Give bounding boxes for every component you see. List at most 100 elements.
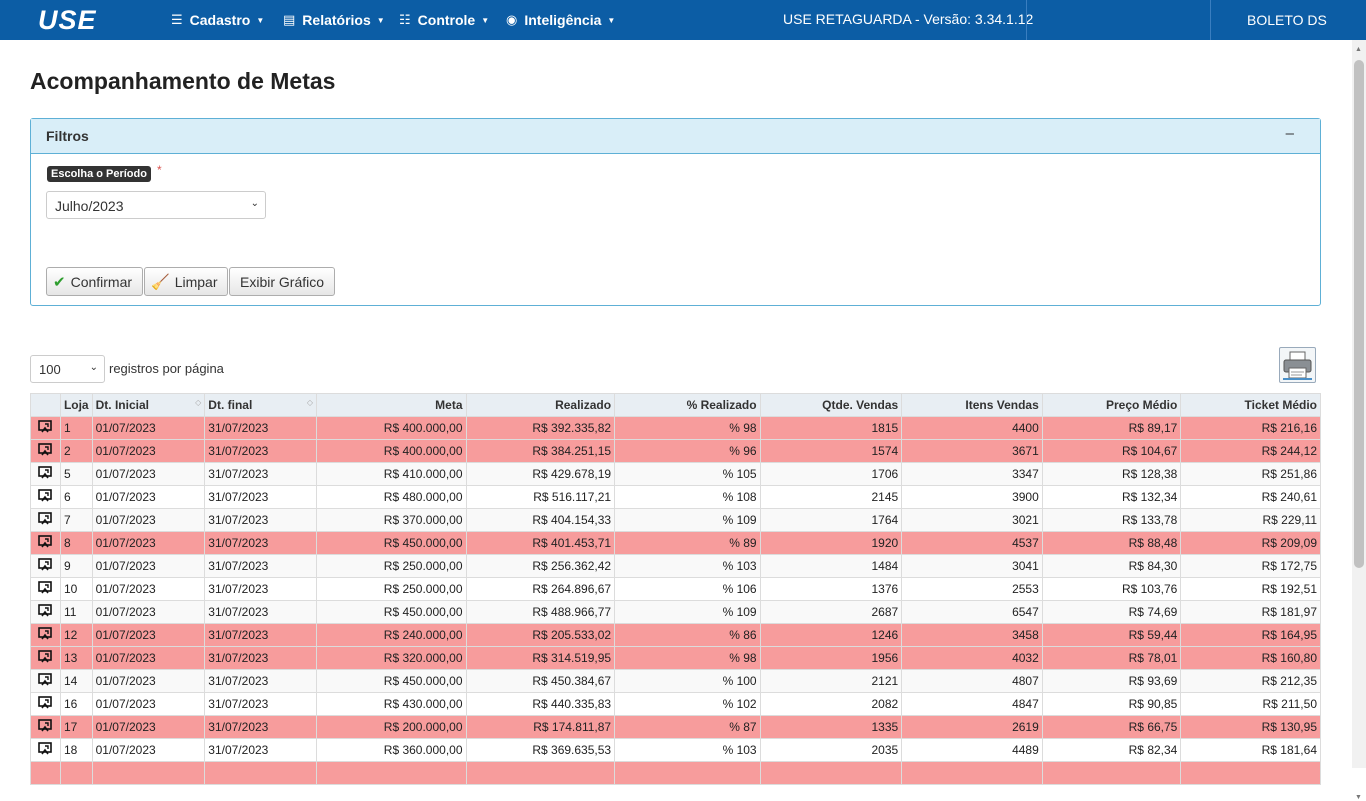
cell-itens-vendas: 4847 bbox=[901, 692, 1043, 716]
row-action-cell[interactable] bbox=[30, 485, 61, 509]
col-header-loja[interactable]: Loja bbox=[59, 393, 93, 417]
cell-realizado: R$ 450.384,67 bbox=[465, 669, 616, 693]
cell-dt-inicial: 01/07/2023 bbox=[91, 577, 206, 601]
col-header-realizado[interactable]: Realizado bbox=[465, 393, 616, 417]
period-select[interactable]: Julho/2023 ⌄ bbox=[46, 191, 266, 219]
row-action-cell[interactable] bbox=[30, 554, 61, 578]
col-header-dt-inicial[interactable]: Dt. Inicial ◇ bbox=[91, 393, 206, 417]
table-row[interactable]: 12 01/07/2023 31/07/2023 R$ 240.000,00 R$ 20… bbox=[30, 623, 1321, 647]
open-detail-icon[interactable] bbox=[38, 604, 53, 620]
open-detail-icon[interactable] bbox=[38, 673, 53, 689]
col-header-pct-realizado[interactable]: % Realizado bbox=[614, 393, 761, 417]
table-row[interactable]: 1 01/07/2023 31/07/2023 R$ 400.000,00 R$ 392… bbox=[30, 416, 1321, 440]
row-action-cell[interactable] bbox=[30, 715, 61, 739]
col-header-qtde-vendas[interactable]: Qtde. Vendas bbox=[759, 393, 903, 417]
show-chart-button[interactable]: Exibir Gráfico bbox=[229, 267, 336, 296]
open-detail-icon[interactable] bbox=[38, 420, 53, 436]
user-menu[interactable]: BOLETO DS bbox=[1247, 12, 1327, 28]
open-detail-icon[interactable] bbox=[38, 558, 53, 574]
row-action-cell[interactable] bbox=[30, 462, 61, 486]
open-detail-icon[interactable] bbox=[38, 742, 53, 758]
open-detail-icon[interactable] bbox=[38, 535, 53, 551]
cell-itens-vendas: 3347 bbox=[901, 462, 1043, 486]
table-row[interactable]: 5 01/07/2023 31/07/2023 R$ 410.000,00 R$ 429… bbox=[30, 462, 1321, 486]
cell-pct-realizado: % 109 bbox=[614, 600, 761, 624]
brain-icon: ◉ bbox=[506, 12, 518, 27]
col-header-ticket-medio[interactable]: Ticket Médio bbox=[1180, 393, 1321, 417]
table-row[interactable]: 6 01/07/2023 31/07/2023 R$ 480.000,00 R$ 516… bbox=[30, 485, 1321, 509]
cell-meta: R$ 370.000,00 bbox=[315, 508, 467, 532]
row-action-cell[interactable] bbox=[30, 531, 61, 555]
table-row[interactable]: 16 01/07/2023 31/07/2023 R$ 430.000,00 R$ 44… bbox=[30, 692, 1321, 716]
nav-divider bbox=[1210, 0, 1211, 40]
menu-relatorios[interactable]: ▤ Relatórios ▼ bbox=[283, 0, 385, 40]
confirm-button[interactable]: ✔ Confirmar bbox=[46, 267, 144, 296]
table-row[interactable]: 11 01/07/2023 31/07/2023 R$ 450.000,00 R$ 48… bbox=[30, 600, 1321, 624]
print-button[interactable] bbox=[1279, 347, 1316, 383]
menu-inteligencia-label: Inteligência bbox=[524, 12, 602, 28]
brand-logo[interactable]: USE bbox=[38, 5, 97, 36]
row-action-cell[interactable] bbox=[30, 669, 61, 693]
table-row[interactable]: 2 01/07/2023 31/07/2023 R$ 400.000,00 R$ 384… bbox=[30, 439, 1321, 463]
col-header-preco-medio[interactable]: Preço Médio bbox=[1041, 393, 1182, 417]
table-row[interactable]: 18 01/07/2023 31/07/2023 R$ 360.000,00 R$ 36… bbox=[30, 738, 1321, 762]
cell-meta: R$ 200.000,00 bbox=[315, 715, 467, 739]
col-header-itens-vendas[interactable]: Itens Vendas bbox=[901, 393, 1043, 417]
open-detail-icon[interactable] bbox=[38, 581, 53, 597]
clear-button-label: Limpar bbox=[174, 273, 218, 290]
row-action-cell[interactable] bbox=[30, 646, 61, 670]
scroll-up-icon[interactable]: ▲ bbox=[1355, 46, 1362, 53]
table-row[interactable]: 7 01/07/2023 31/07/2023 R$ 370.000,00 R$ 404… bbox=[30, 508, 1321, 532]
row-action-cell[interactable] bbox=[30, 577, 61, 601]
cell-qtde-vendas: 2121 bbox=[759, 669, 903, 693]
cell-loja: 6 bbox=[59, 485, 93, 509]
col-header-meta[interactable]: Meta bbox=[315, 393, 467, 417]
open-detail-icon[interactable] bbox=[38, 512, 53, 528]
filters-panel-header[interactable]: Filtros – bbox=[31, 119, 1320, 154]
cell-realizado: R$ 256.362,42 bbox=[465, 554, 616, 578]
row-action-cell[interactable] bbox=[30, 738, 61, 762]
document-icon: ▤ bbox=[283, 12, 296, 27]
col-header-dt-final[interactable]: Dt. final ◇ bbox=[204, 393, 317, 417]
table-row[interactable]: 14 01/07/2023 31/07/2023 R$ 450.000,00 R$ 45… bbox=[30, 669, 1321, 693]
cell-preco-medio: R$ 132,34 bbox=[1041, 485, 1182, 509]
cell-dt-final: 31/07/2023 bbox=[204, 669, 317, 693]
row-action-cell[interactable] bbox=[30, 508, 61, 532]
row-action-cell[interactable] bbox=[30, 761, 61, 785]
menu-cadastro[interactable]: ☰ Cadastro ▼ bbox=[171, 0, 264, 40]
cell-dt-inicial: 01/07/2023 bbox=[91, 416, 206, 440]
row-action-cell[interactable] bbox=[30, 692, 61, 716]
scroll-thumb[interactable] bbox=[1354, 60, 1364, 568]
per-page-select[interactable]: 100 ⌄ bbox=[30, 355, 105, 383]
open-detail-icon[interactable] bbox=[38, 489, 53, 505]
row-action-cell[interactable] bbox=[30, 623, 61, 647]
clear-button[interactable]: 🧹 Limpar bbox=[144, 267, 229, 296]
open-detail-icon[interactable] bbox=[38, 627, 53, 643]
cell-preco-medio: R$ 128,38 bbox=[1041, 462, 1182, 486]
cell-dt-final: 31/07/2023 bbox=[204, 508, 317, 532]
open-detail-icon[interactable] bbox=[38, 719, 53, 735]
open-detail-icon[interactable] bbox=[38, 650, 53, 666]
check-icon: ✔ bbox=[53, 273, 66, 291]
collapse-icon[interactable]: – bbox=[1286, 125, 1294, 142]
row-action-cell[interactable] bbox=[30, 439, 61, 463]
cell-preco-medio: R$ 88,48 bbox=[1041, 531, 1182, 555]
menu-inteligencia[interactable]: ◉ Inteligência ▼ bbox=[506, 0, 615, 40]
table-row[interactable]: 10 01/07/2023 31/07/2023 R$ 250.000,00 R$ 26… bbox=[30, 577, 1321, 601]
row-action-cell[interactable] bbox=[30, 600, 61, 624]
table-row[interactable]: 8 01/07/2023 31/07/2023 R$ 450.000,00 R$ 401… bbox=[30, 531, 1321, 555]
cell-realizado bbox=[465, 761, 616, 785]
scroll-down-icon[interactable]: ▼ bbox=[1355, 794, 1362, 801]
open-detail-icon[interactable] bbox=[38, 466, 53, 482]
open-detail-icon[interactable] bbox=[38, 696, 53, 712]
table-row[interactable]: 9 01/07/2023 31/07/2023 R$ 250.000,00 R$ 256… bbox=[30, 554, 1321, 578]
table-row[interactable] bbox=[30, 761, 1321, 785]
table-row[interactable]: 13 01/07/2023 31/07/2023 R$ 320.000,00 R$ 31… bbox=[30, 646, 1321, 670]
open-detail-icon[interactable] bbox=[38, 443, 53, 459]
cell-loja: 13 bbox=[59, 646, 93, 670]
row-action-cell[interactable] bbox=[30, 416, 61, 440]
page-scrollbar[interactable]: ▲ ▼ bbox=[1352, 40, 1366, 801]
table-row[interactable]: 17 01/07/2023 31/07/2023 R$ 200.000,00 R$ 17… bbox=[30, 715, 1321, 739]
menu-controle[interactable]: ☷ Controle ▼ bbox=[399, 0, 489, 40]
cell-dt-inicial: 01/07/2023 bbox=[91, 623, 206, 647]
